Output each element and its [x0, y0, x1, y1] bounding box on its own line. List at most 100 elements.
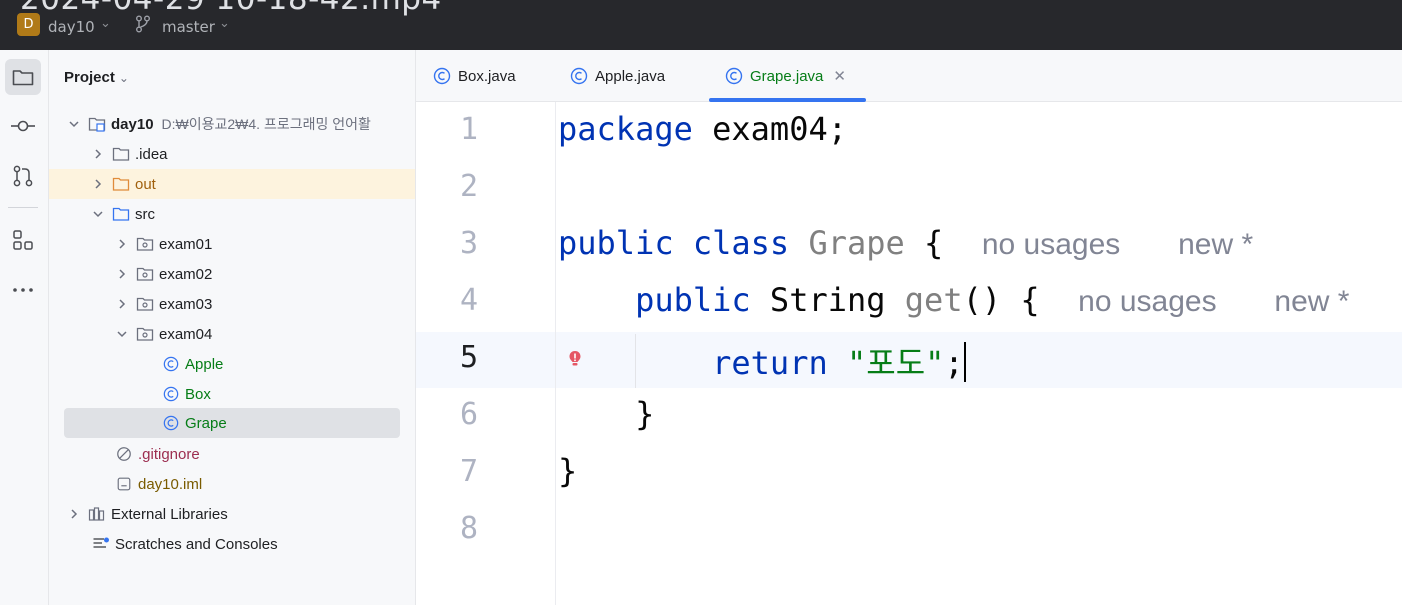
closing-brace: } [635, 395, 655, 433]
project-name[interactable]: day10 [48, 18, 95, 36]
tool-strip [0, 50, 49, 605]
code-line-6[interactable]: } [558, 395, 654, 433]
keyword: return [712, 344, 828, 382]
code-line-4[interactable]: public String get() { no usages new * [558, 281, 1349, 319]
branch-icon[interactable] [135, 15, 151, 33]
title-bar: 2024-04-29 10-18-42.mp4 D day10 ⌄ master… [0, 0, 1402, 50]
chevron-down-icon[interactable]: ⌄ [100, 16, 111, 31]
tree-item-exam02[interactable]: exam02 [49, 259, 415, 289]
tree-item-exam01[interactable]: exam01 [49, 229, 415, 259]
tree-item-label: day10 [111, 115, 154, 133]
tab-grape-java[interactable]: Grape.java ✕ [725, 50, 846, 102]
tree-item-label: day10.iml [138, 475, 203, 493]
code-line-5[interactable]: return "포도"; [558, 338, 966, 384]
code-editor[interactable]: 1 2 3 4 5 6 7 8 package exam04; public c… [416, 102, 1402, 605]
code-line-3[interactable]: public class Grape { no usages new * [558, 224, 1253, 262]
method-name: get [904, 281, 963, 319]
tree-item-out[interactable]: out [49, 169, 415, 199]
project-path: D:₩이용교2₩4. 프로그래밍 언어활 [161, 116, 371, 132]
code-line-7[interactable]: } [558, 452, 577, 490]
method-signature: () { [962, 281, 1040, 319]
project-panel-header[interactable]: Project ⌄ [64, 69, 129, 86]
tree-item-label: exam02 [159, 265, 213, 283]
package-icon [136, 237, 154, 251]
tree-item-exam03[interactable]: exam03 [49, 289, 415, 319]
line-number[interactable]: 7 [416, 454, 478, 489]
tree-item-label: .gitignore [138, 445, 200, 463]
keyword: class [692, 224, 790, 262]
chevron-right-icon[interactable] [116, 268, 128, 280]
chevron-right-icon[interactable] [92, 178, 104, 190]
tree-item-box[interactable]: Box [49, 379, 415, 409]
commit-tool-button[interactable] [5, 108, 41, 144]
pull-requests-icon [13, 165, 33, 187]
tree-item-label: exam04 [159, 325, 213, 343]
tree-item-apple[interactable]: Apple [49, 349, 415, 379]
line-number[interactable]: 6 [416, 397, 478, 432]
module-file-icon [117, 477, 131, 491]
class-icon [163, 386, 179, 402]
ignored-file-icon [117, 447, 131, 461]
tab-apple-java[interactable]: Apple.java [570, 50, 665, 102]
tree-item-grape[interactable]: Grape [64, 408, 400, 438]
tree-item-day10[interactable]: day10 D:₩이용교2₩4. 프로그래밍 언어활 [49, 109, 415, 139]
tab-box-java[interactable]: Box.java [433, 50, 516, 102]
source-folder-icon [112, 207, 130, 221]
semicolon: ; [944, 344, 964, 382]
project-tool-button[interactable] [5, 59, 41, 95]
folder-icon [112, 147, 130, 161]
project-badge[interactable]: D [17, 13, 40, 36]
line-number[interactable]: 1 [416, 112, 478, 147]
chevron-down-icon[interactable]: ⌄ [219, 16, 230, 31]
tree-item-label: External Libraries [111, 505, 228, 523]
tree-item-exam04[interactable]: exam04 [49, 319, 415, 349]
author-hint[interactable]: new * [1178, 228, 1253, 261]
class-icon [725, 67, 743, 85]
keyword: package [558, 110, 693, 148]
line-number[interactable]: 3 [416, 226, 478, 261]
project-panel-title: Project [64, 69, 115, 86]
chevron-down-icon[interactable] [68, 118, 80, 130]
chevron-right-icon[interactable] [116, 238, 128, 250]
tree-item-scratches[interactable]: Scratches and Consoles [49, 529, 415, 559]
text-caret [963, 342, 966, 382]
more-tools-button[interactable] [5, 272, 41, 308]
folder-icon [12, 70, 34, 86]
class-icon [433, 67, 451, 85]
tree-item-idea[interactable]: .idea [49, 139, 415, 169]
line-number[interactable]: 8 [416, 511, 478, 546]
class-name: Grape [808, 224, 905, 262]
chevron-down-icon[interactable] [116, 328, 128, 340]
tree-item-gitignore[interactable]: .gitignore [49, 439, 415, 469]
tree-item-src[interactable]: src [49, 199, 415, 229]
line-number[interactable]: 4 [416, 283, 478, 318]
chevron-right-icon[interactable] [68, 508, 80, 520]
tool-divider [8, 207, 38, 208]
brace: { [904, 224, 944, 262]
structure-tool-button[interactable] [5, 222, 41, 258]
branch-name[interactable]: master [162, 18, 215, 36]
close-icon[interactable]: ✕ [833, 67, 846, 85]
package-icon [136, 267, 154, 281]
tree-item-day10-iml[interactable]: day10.iml [49, 469, 415, 499]
tree-item-label: .idea [135, 145, 168, 163]
usages-hint[interactable]: no usages [982, 228, 1120, 261]
project-panel: Project ⌄ day10 D:₩이용교2₩4. 프로그래밍 언어활 .ide… [49, 50, 416, 605]
tree-item-external-libraries[interactable]: External Libraries [49, 499, 415, 529]
chevron-right-icon[interactable] [116, 298, 128, 310]
line-number[interactable]: 2 [416, 169, 478, 204]
line-number-current[interactable]: 5 [416, 340, 478, 375]
structure-icon [13, 230, 33, 250]
class-icon [163, 415, 179, 431]
code-line-1[interactable]: package exam04; [558, 110, 847, 148]
tree-item-label: Apple [185, 355, 224, 373]
usages-hint[interactable]: no usages [1078, 285, 1216, 318]
chevron-down-icon[interactable]: ⌄ [119, 71, 129, 85]
tab-label: Grape.java [750, 67, 824, 85]
chevron-right-icon[interactable] [92, 148, 104, 160]
tree-item-label: out [135, 175, 156, 193]
pull-requests-tool-button[interactable] [5, 158, 41, 194]
author-hint[interactable]: new * [1274, 285, 1349, 318]
scratches-icon [93, 537, 109, 548]
chevron-down-icon[interactable] [92, 208, 104, 220]
